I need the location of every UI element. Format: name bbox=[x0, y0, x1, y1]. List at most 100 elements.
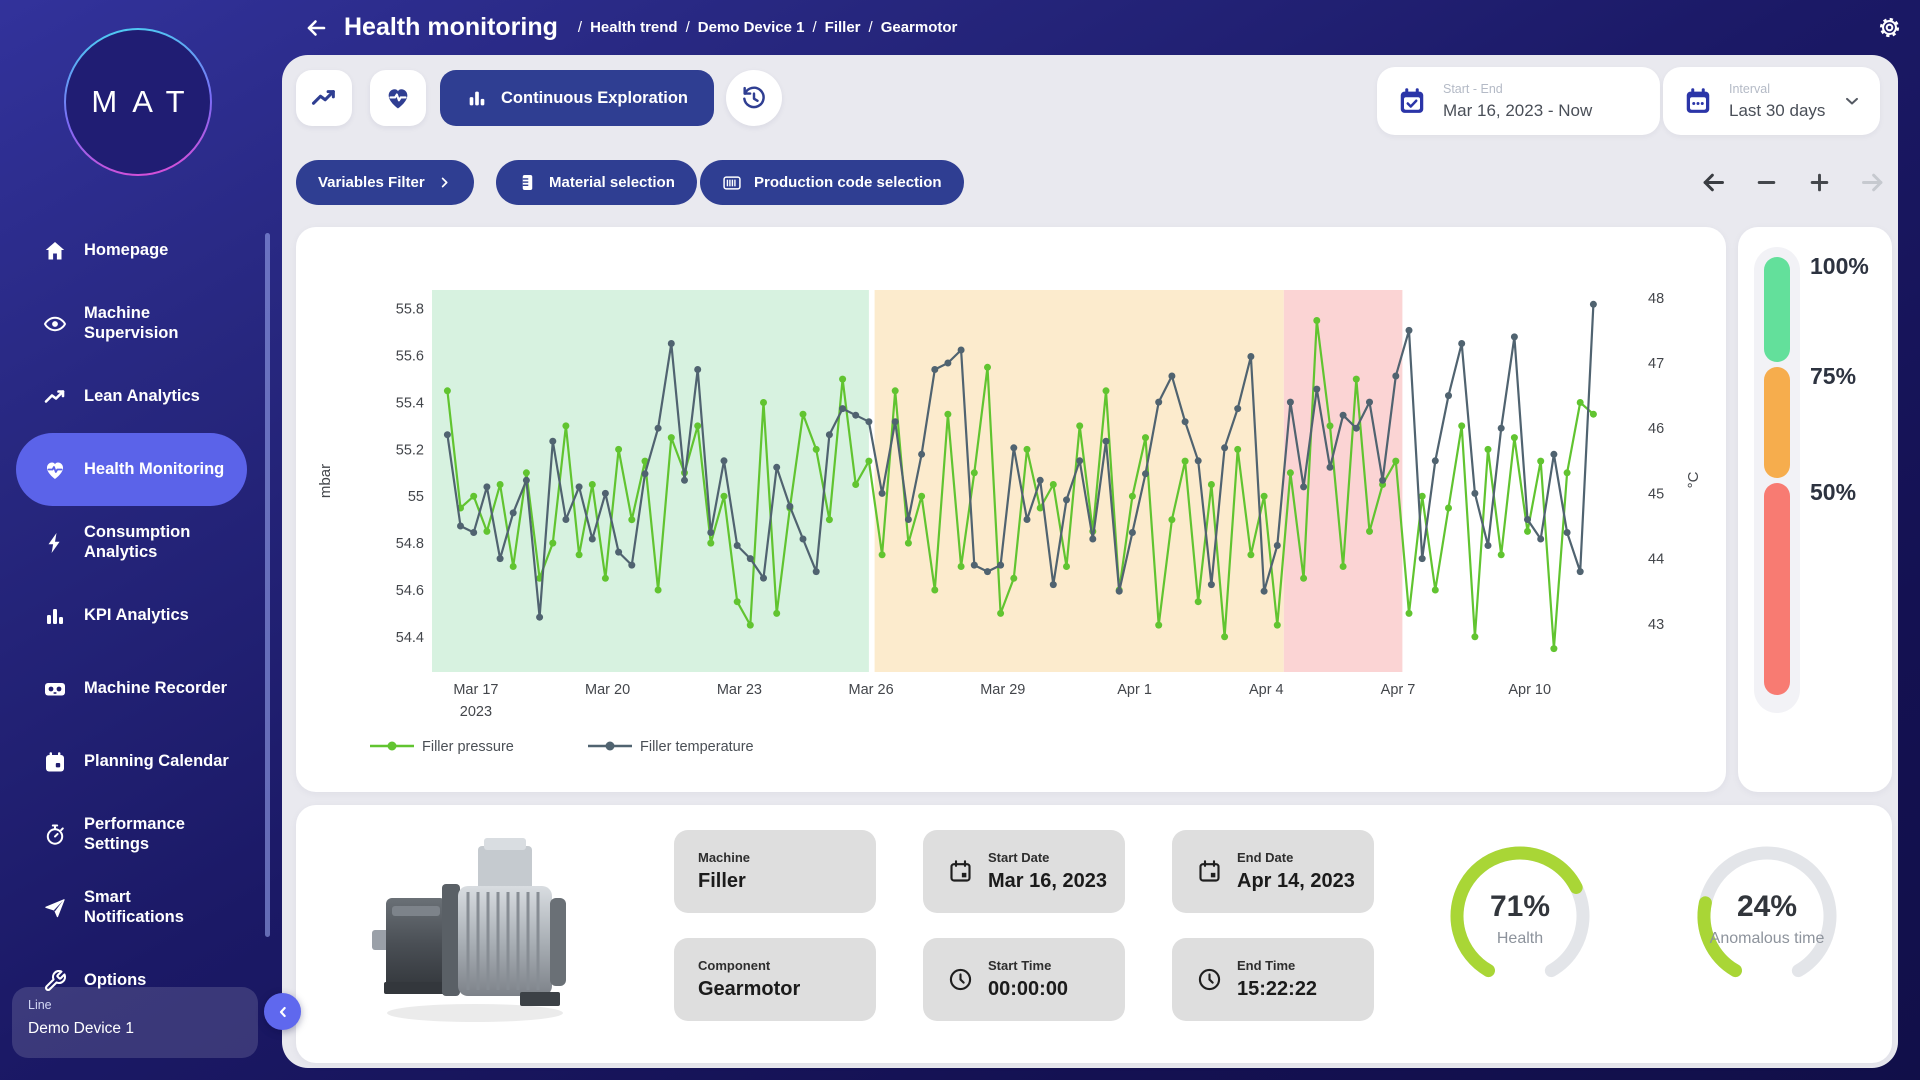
heart-pulse-icon bbox=[42, 457, 68, 483]
sidebar-scrollbar[interactable] bbox=[265, 233, 270, 937]
sidebar-item-label: Lean Analytics bbox=[84, 387, 200, 406]
svg-text:55.4: 55.4 bbox=[396, 396, 424, 412]
health-trend-chart-card: 55.855.655.455.25554.854.654.44847464544… bbox=[296, 227, 1726, 792]
svg-text:mbar: mbar bbox=[317, 464, 334, 498]
calendar-check-icon bbox=[1397, 86, 1427, 116]
production-code-selection-button[interactable]: Production code selection bbox=[700, 160, 964, 205]
breadcrumb-separator: / bbox=[686, 19, 690, 36]
svg-text:Filler temperature: Filler temperature bbox=[640, 739, 754, 755]
health-trend-chart[interactable]: 55.855.655.455.25554.854.654.44847464544… bbox=[296, 227, 1726, 792]
heart-pulse-icon bbox=[384, 84, 412, 112]
trend-icon bbox=[42, 384, 68, 410]
svg-text:54.8: 54.8 bbox=[396, 536, 424, 552]
sidebar-item-performance-settings[interactable]: Performance Settings bbox=[16, 798, 247, 871]
top-bar: Health monitoring / Health trend / Demo Dev… bbox=[282, 0, 1920, 55]
recorder-icon bbox=[42, 676, 68, 702]
sidebar-collapse-button[interactable] bbox=[264, 993, 301, 1030]
chart-navigation-controls bbox=[1700, 160, 1886, 205]
sidebar-item-lean-analytics[interactable]: Lean Analytics bbox=[16, 360, 247, 433]
material-selection-label: Material selection bbox=[549, 174, 675, 191]
pan-right-button[interactable] bbox=[1859, 169, 1886, 196]
svg-text:45: 45 bbox=[1648, 486, 1664, 502]
chevron-left-icon bbox=[275, 1004, 291, 1020]
end-time-label: End Time bbox=[1237, 958, 1317, 973]
history-icon bbox=[740, 84, 768, 112]
material-icon bbox=[518, 173, 537, 192]
material-selection-button[interactable]: Material selection bbox=[496, 160, 697, 205]
zoom-in-button[interactable] bbox=[1806, 169, 1833, 196]
scale-label-75: 75% bbox=[1810, 363, 1856, 390]
sidebar-item-machine-supervision[interactable]: Machine Supervision bbox=[16, 287, 247, 360]
svg-text:55: 55 bbox=[408, 489, 424, 505]
health-gauge-label: Health bbox=[1435, 930, 1605, 948]
calendar-icon bbox=[1683, 86, 1713, 116]
start-time-label: Start Time bbox=[988, 958, 1068, 973]
health-scale-panel: 100% 75% 50% bbox=[1738, 227, 1892, 792]
bar-chart-icon bbox=[466, 87, 488, 109]
svg-text:Mar 29: Mar 29 bbox=[980, 682, 1025, 698]
trend-view-button[interactable] bbox=[296, 70, 352, 126]
sidebar-item-machine-recorder[interactable]: Machine Recorder bbox=[16, 652, 247, 725]
clock-icon bbox=[947, 966, 974, 993]
chevron-right-icon bbox=[437, 175, 452, 190]
breadcrumb-item[interactable]: Filler bbox=[825, 19, 861, 36]
variables-filter-button[interactable]: Variables Filter bbox=[296, 160, 474, 205]
breadcrumb-separator: / bbox=[578, 19, 582, 36]
sidebar-item-health-monitoring[interactable]: Health Monitoring bbox=[16, 433, 247, 506]
health-gauge-text: 71% Health bbox=[1435, 890, 1605, 948]
main-panel: Continuous Exploration Start - End Mar 1… bbox=[282, 55, 1898, 1068]
interval-label: Interval bbox=[1729, 82, 1842, 96]
sidebar-item-label: KPI Analytics bbox=[84, 606, 189, 625]
svg-text:Filler pressure: Filler pressure bbox=[422, 739, 514, 755]
date-range-value: Mar 16, 2023 - Now bbox=[1443, 101, 1592, 121]
health-scale-segment bbox=[1764, 367, 1790, 478]
health-scale-segment bbox=[1764, 483, 1790, 695]
mat-logo-text: MAT bbox=[76, 84, 199, 120]
interval-select[interactable]: Interval Last 30 days bbox=[1663, 67, 1880, 135]
calendar-icon bbox=[1196, 858, 1223, 885]
page-title: Health monitoring bbox=[344, 13, 558, 42]
health-scale-segment bbox=[1764, 257, 1790, 362]
anomalous-time-gauge-label: Anomalous time bbox=[1682, 930, 1852, 948]
interval-value: Last 30 days bbox=[1729, 101, 1842, 121]
start-time-card: Start Time 00:00:00 bbox=[923, 938, 1125, 1021]
continuous-exploration-button[interactable]: Continuous Exploration bbox=[440, 70, 714, 126]
end-date-label: End Date bbox=[1237, 850, 1355, 865]
breadcrumb-item[interactable]: Gearmotor bbox=[881, 19, 958, 36]
scale-label-50: 50% bbox=[1810, 479, 1856, 506]
svg-text:Apr 7: Apr 7 bbox=[1381, 682, 1416, 698]
anomalous-time-gauge-text: 24% Anomalous time bbox=[1682, 890, 1852, 948]
sidebar-item-label: Planning Calendar bbox=[84, 752, 229, 771]
bolt-icon bbox=[42, 530, 68, 556]
history-button[interactable] bbox=[726, 70, 782, 126]
mat-logo: MAT bbox=[64, 28, 212, 176]
sidebar-item-label: Machine Recorder bbox=[84, 679, 227, 698]
sidebar-item-planning-calendar[interactable]: Planning Calendar bbox=[16, 725, 247, 798]
device-name: Demo Device 1 bbox=[28, 1020, 242, 1038]
breadcrumb: / Health trend / Demo Device 1 / Filler / Gearm… bbox=[570, 19, 957, 36]
svg-text:54.4: 54.4 bbox=[396, 630, 424, 646]
continuous-exploration-label: Continuous Exploration bbox=[501, 89, 688, 108]
stopwatch-icon bbox=[42, 822, 68, 848]
device-selector-card[interactable]: Line Demo Device 1 bbox=[12, 987, 258, 1058]
svg-text:Apr 10: Apr 10 bbox=[1508, 682, 1551, 698]
breadcrumb-item[interactable]: Demo Device 1 bbox=[698, 19, 805, 36]
sidebar-item-kpi-analytics[interactable]: KPI Analytics bbox=[16, 579, 247, 652]
back-button[interactable] bbox=[304, 15, 330, 41]
anomalous-time-gauge-value: 24% bbox=[1682, 890, 1852, 924]
breadcrumb-separator: / bbox=[869, 19, 873, 36]
date-range-control[interactable]: Start - End Mar 16, 2023 - Now bbox=[1377, 67, 1660, 135]
health-view-button[interactable] bbox=[370, 70, 426, 126]
sidebar-item-smart-notifications[interactable]: Smart Notifications bbox=[16, 871, 247, 944]
zoom-out-button[interactable] bbox=[1753, 169, 1780, 196]
sidebar-item-homepage[interactable]: Homepage bbox=[16, 214, 247, 287]
breadcrumb-item[interactable]: Health trend bbox=[590, 19, 678, 36]
sidebar-item-consumption-analytics[interactable]: Consumption Analytics bbox=[16, 506, 247, 579]
device-line-label: Line bbox=[28, 998, 242, 1012]
breadcrumb-separator: / bbox=[812, 19, 816, 36]
gear-icon[interactable] bbox=[1877, 15, 1902, 40]
end-time-card: End Time 15:22:22 bbox=[1172, 938, 1374, 1021]
calendar-icon bbox=[42, 749, 68, 775]
pan-left-button[interactable] bbox=[1700, 169, 1727, 196]
component-summary-card: Machine Filler Start Date Mar 16, 2023 E… bbox=[296, 805, 1892, 1063]
